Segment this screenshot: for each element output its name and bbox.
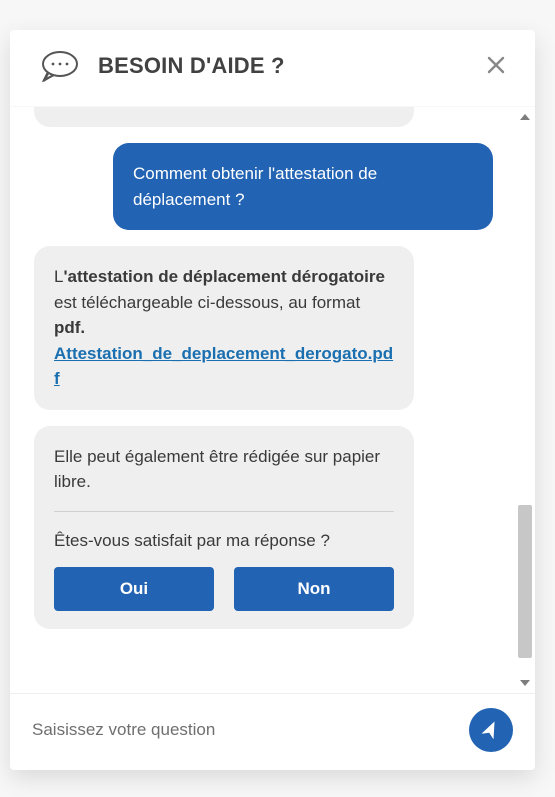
- chat-bubble-icon: [40, 50, 80, 82]
- scroll-down-arrow-icon[interactable]: [515, 673, 535, 693]
- attestation-pdf-link[interactable]: Attestation_de_deplacement_derogato.pdf: [54, 344, 393, 389]
- user-message-text: Comment obtenir l'attestation de déplace…: [133, 164, 377, 209]
- scroll-up-arrow-icon[interactable]: [515, 107, 535, 127]
- bot-text-bold: 'attestation de déplacement dérogatoire: [63, 267, 384, 286]
- bot-message: Elle peut également être rédigée sur pap…: [34, 426, 414, 630]
- chat-header: BESOIN D'AIDE ?: [10, 30, 535, 107]
- chat-window: BESOIN D'AIDE ? Comment obtenir l'attest…: [10, 30, 535, 770]
- messages-container: Comment obtenir l'attestation de déplace…: [10, 107, 515, 693]
- divider: [54, 511, 394, 512]
- scrollbar-thumb[interactable]: [518, 505, 532, 657]
- feedback-yes-button[interactable]: Oui: [54, 567, 214, 611]
- feedback-no-button[interactable]: Non: [234, 567, 394, 611]
- composer: [10, 693, 535, 770]
- user-message: Comment obtenir l'attestation de déplace…: [113, 143, 493, 230]
- close-button[interactable]: [483, 53, 509, 79]
- chat-title: BESOIN D'AIDE ?: [98, 53, 483, 79]
- feedback-question: Êtes-vous satisfait par ma réponse ?: [54, 528, 394, 554]
- bot-message: L'attestation de déplacement dérogatoire…: [34, 246, 414, 410]
- send-icon: [481, 719, 501, 742]
- close-icon: [484, 65, 508, 80]
- chat-body: Comment obtenir l'attestation de déplace…: [10, 107, 535, 693]
- bot-text-line: Elle peut également être rédigée sur pap…: [54, 444, 394, 495]
- scrollbar-track[interactable]: [515, 107, 535, 693]
- send-button[interactable]: [469, 708, 513, 752]
- feedback-buttons: Oui Non: [54, 567, 394, 611]
- question-input[interactable]: [32, 710, 453, 750]
- bot-text-bold: pdf.: [54, 318, 85, 337]
- previous-bot-message-edge: [34, 107, 414, 127]
- bot-text-part: est téléchargeable ci-dessous, au format: [54, 293, 360, 312]
